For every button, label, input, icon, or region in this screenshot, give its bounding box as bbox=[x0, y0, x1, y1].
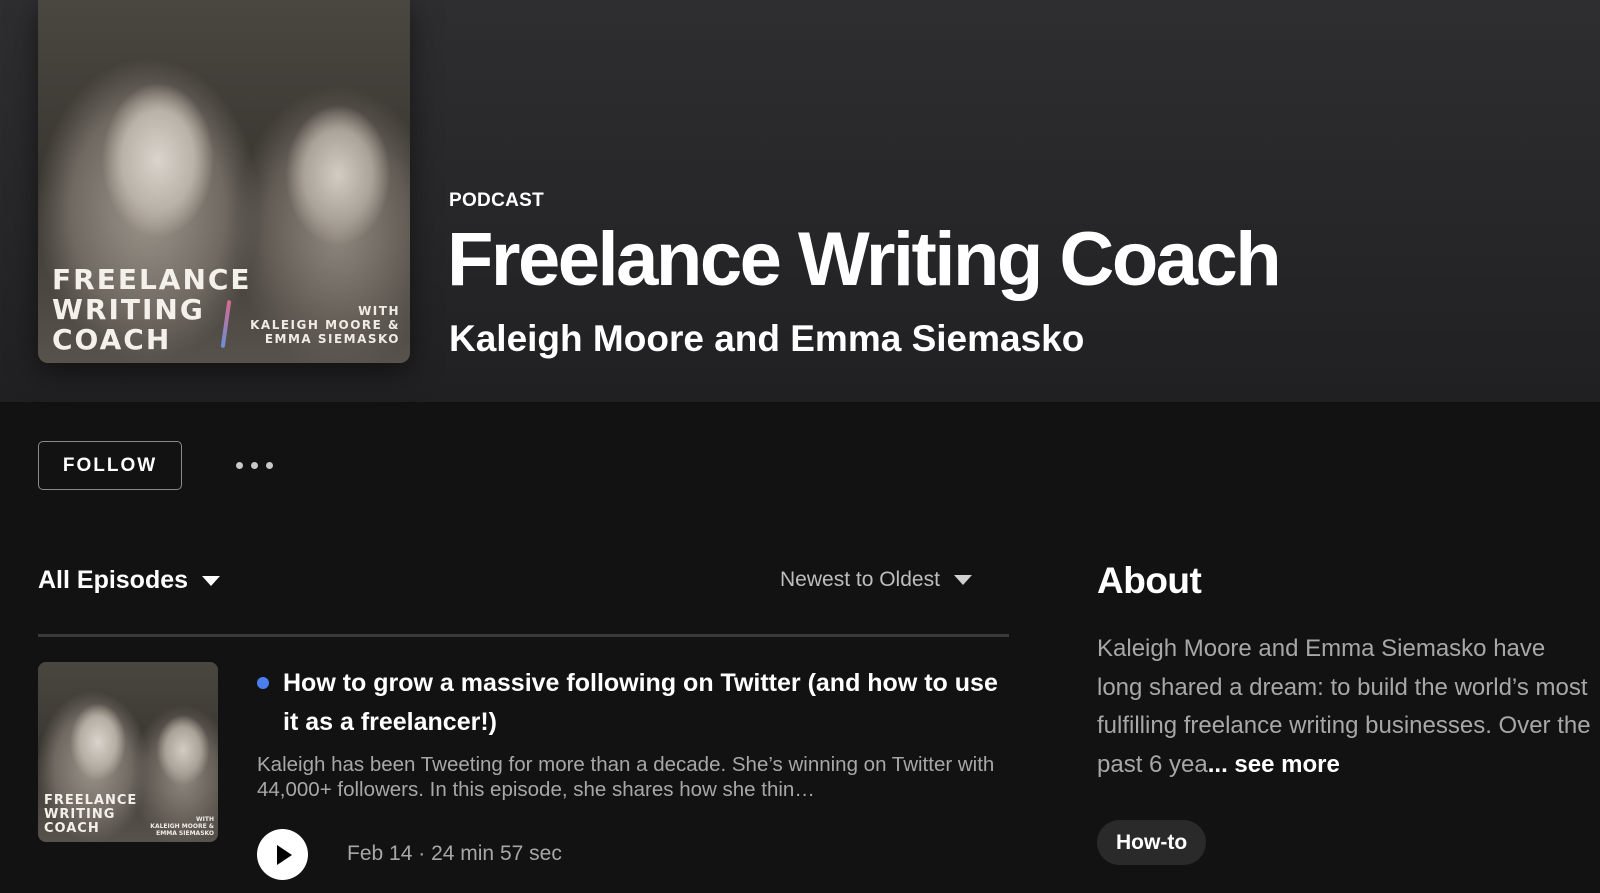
about-text: Kaleigh Moore and Emma Siemasko have lon… bbox=[1097, 635, 1591, 778]
meta-separator: · bbox=[418, 842, 426, 865]
dot bbox=[266, 461, 273, 469]
about-heading: About bbox=[1097, 560, 1202, 601]
play-button[interactable] bbox=[257, 829, 308, 880]
thumb-title-text: FREELANCE WRITING COACH bbox=[44, 793, 138, 836]
section-divider bbox=[38, 634, 1009, 637]
episode-sort-dropdown[interactable]: Newest to Oldest bbox=[780, 568, 972, 592]
follow-button[interactable]: FOLLOW bbox=[38, 441, 182, 490]
more-options-icon[interactable] bbox=[236, 455, 284, 475]
content-type-label: PODCAST bbox=[449, 190, 544, 211]
thumb-hosts-text: WITH KALEIGH MOORE & EMMA SIEMASKO bbox=[150, 816, 214, 837]
episode-thumbnail[interactable]: FREELANCE WRITING COACH WITH KALEIGH MOO… bbox=[38, 662, 218, 842]
podcast-cover-art: FREELANCE WRITING COACH WITH KALEIGH MOO… bbox=[38, 0, 410, 363]
episode-title-link[interactable]: How to grow a massive following on Twitt… bbox=[283, 664, 1003, 742]
filter-label: All Episodes bbox=[38, 566, 189, 594]
chevron-down-icon bbox=[953, 575, 972, 585]
podcast-author-link[interactable]: Kaleigh Moore and Emma Siemasko bbox=[449, 318, 1084, 360]
about-description: Kaleigh Moore and Emma Siemasko have lon… bbox=[1097, 630, 1597, 784]
play-icon bbox=[277, 844, 292, 865]
episode-duration: 24 min 57 sec bbox=[431, 842, 562, 865]
chevron-down-icon bbox=[202, 575, 221, 586]
see-more-link[interactable]: ... see more bbox=[1208, 751, 1340, 778]
dot bbox=[236, 461, 243, 469]
podcast-title: Freelance Writing Coach bbox=[447, 217, 1282, 302]
podcast-header: FREELANCE WRITING COACH WITH KALEIGH MOO… bbox=[0, 0, 1600, 402]
cover-hosts-text: WITH KALEIGH MOORE & EMMA SIEMASKO bbox=[250, 304, 400, 346]
sort-label: Newest to Oldest bbox=[780, 568, 940, 591]
episode-meta: Feb 14 · 24 min 57 sec bbox=[347, 842, 562, 866]
cover-title-text: FREELANCE WRITING COACH bbox=[52, 263, 252, 356]
episode-filter-dropdown[interactable]: All Episodes bbox=[38, 566, 221, 595]
category-tag[interactable]: How-to bbox=[1097, 820, 1207, 865]
dot bbox=[251, 461, 258, 469]
episode-description: Kaleigh has been Tweeting for more than … bbox=[257, 753, 995, 801]
unplayed-indicator bbox=[257, 677, 269, 689]
episode-date: Feb 14 bbox=[347, 842, 413, 865]
